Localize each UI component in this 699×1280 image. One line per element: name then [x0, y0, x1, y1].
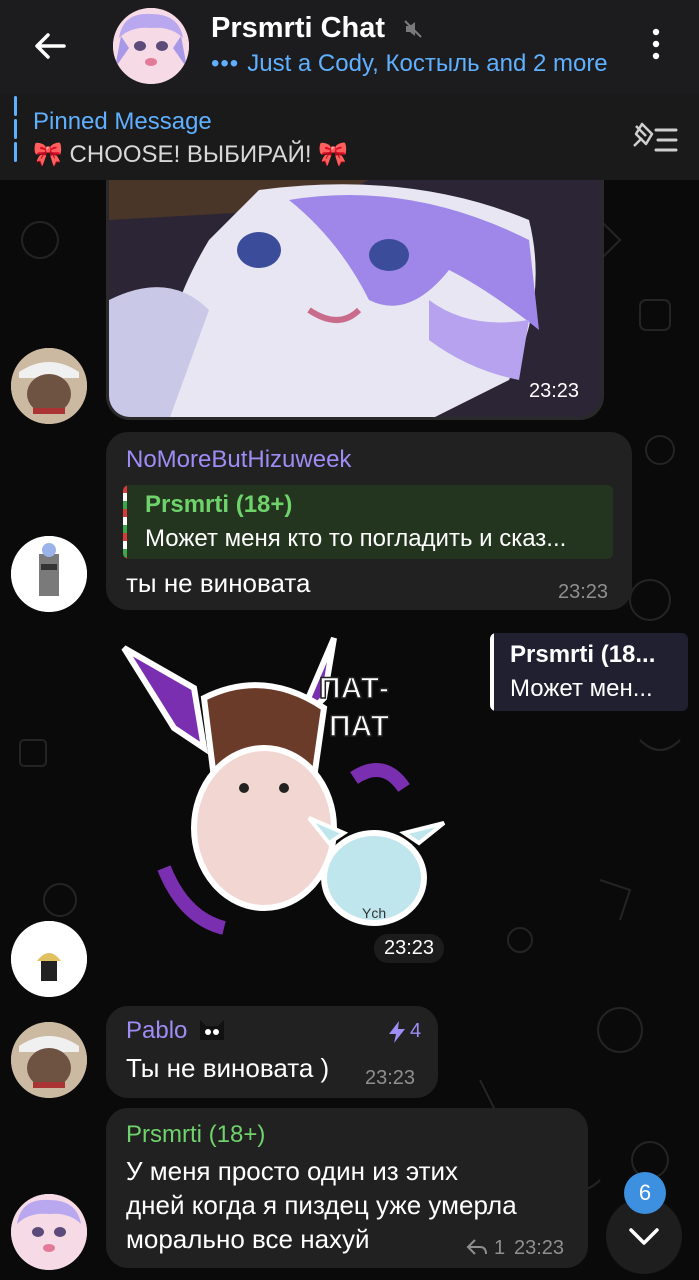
sticker-image[interactable]: ПАТ- ПАТ Ych: [104, 628, 454, 958]
sender-name[interactable]: Pablo: [126, 1017, 187, 1045]
sender-name[interactable]: NoMoreButHizuweek: [126, 446, 351, 474]
boost-count: 4: [410, 1020, 422, 1042]
media-time: 23:23: [529, 380, 580, 402]
reply-quote[interactable]: Prsmrti (18... Может мен...: [490, 633, 688, 711]
avatar[interactable]: [11, 348, 87, 424]
message-time: 23:23: [514, 1237, 565, 1259]
reply-count[interactable]: 1: [494, 1237, 505, 1260]
media-message[interactable]: 23:23: [106, 180, 604, 420]
sticker-caption-line1: ПАТ-: [319, 672, 389, 705]
avatar[interactable]: [11, 1194, 87, 1270]
message-text-line: морально все нахуй: [126, 1224, 370, 1254]
sticker-caption-line2: ПАТ: [329, 710, 389, 743]
message-time: 23:23: [558, 581, 609, 603]
unread-badge: 6: [624, 1172, 666, 1214]
reply-icon[interactable]: [466, 1237, 488, 1257]
chat-header: Prsmrti Chat ••• Just a Cody, Костыль and…: [0, 0, 699, 94]
back-arrow-icon[interactable]: [28, 24, 72, 68]
chat-avatar[interactable]: [113, 8, 189, 84]
reply-quote[interactable]: Prsmrti (18+) Может меня кто то погладит…: [123, 485, 613, 559]
reply-sender: Prsmrti (18...: [510, 641, 656, 668]
reply-sender: Prsmrti (18+): [145, 491, 293, 518]
sender-name[interactable]: Prsmrti (18+): [126, 1121, 265, 1149]
sticker-time: 23:23: [374, 934, 445, 963]
boost-icon: [389, 1021, 405, 1043]
cat-emoji-icon: [200, 1020, 224, 1040]
pinned-list-icon[interactable]: [632, 118, 678, 158]
sticker-signature: Ych: [362, 905, 386, 921]
message-text: Ты не виновата ): [126, 1053, 330, 1083]
avatar[interactable]: [11, 921, 87, 997]
message-text-line: У меня просто один из этих: [126, 1156, 458, 1186]
pinned-title: Pinned Message: [33, 108, 212, 135]
message-text: ты не виновата: [126, 568, 311, 598]
mute-icon: [404, 20, 422, 38]
avatar[interactable]: [11, 1022, 87, 1098]
avatar[interactable]: [11, 536, 87, 612]
reply-text: Может меня кто то погладить и сказ...: [145, 525, 567, 552]
message-time: 23:23: [365, 1067, 416, 1089]
chat-title[interactable]: Prsmrti Chat: [211, 12, 385, 45]
message-text-line: дней когда я пиздец уже умерла: [126, 1190, 517, 1220]
reply-text: Может мен...: [510, 675, 653, 702]
typing-status-text: Just a Cody, Костыль and 2 more are typi…: [247, 50, 615, 77]
typing-status: ••• Just a Cody, Костыль and 2 more are t…: [211, 50, 615, 78]
pinned-text: 🎀 CHOOSE! ВЫБИРАЙ! 🎀: [33, 141, 349, 168]
pinned-indicator: [14, 96, 17, 162]
more-vert-icon[interactable]: [644, 26, 668, 62]
typing-indicator-icon: •••: [211, 50, 240, 77]
